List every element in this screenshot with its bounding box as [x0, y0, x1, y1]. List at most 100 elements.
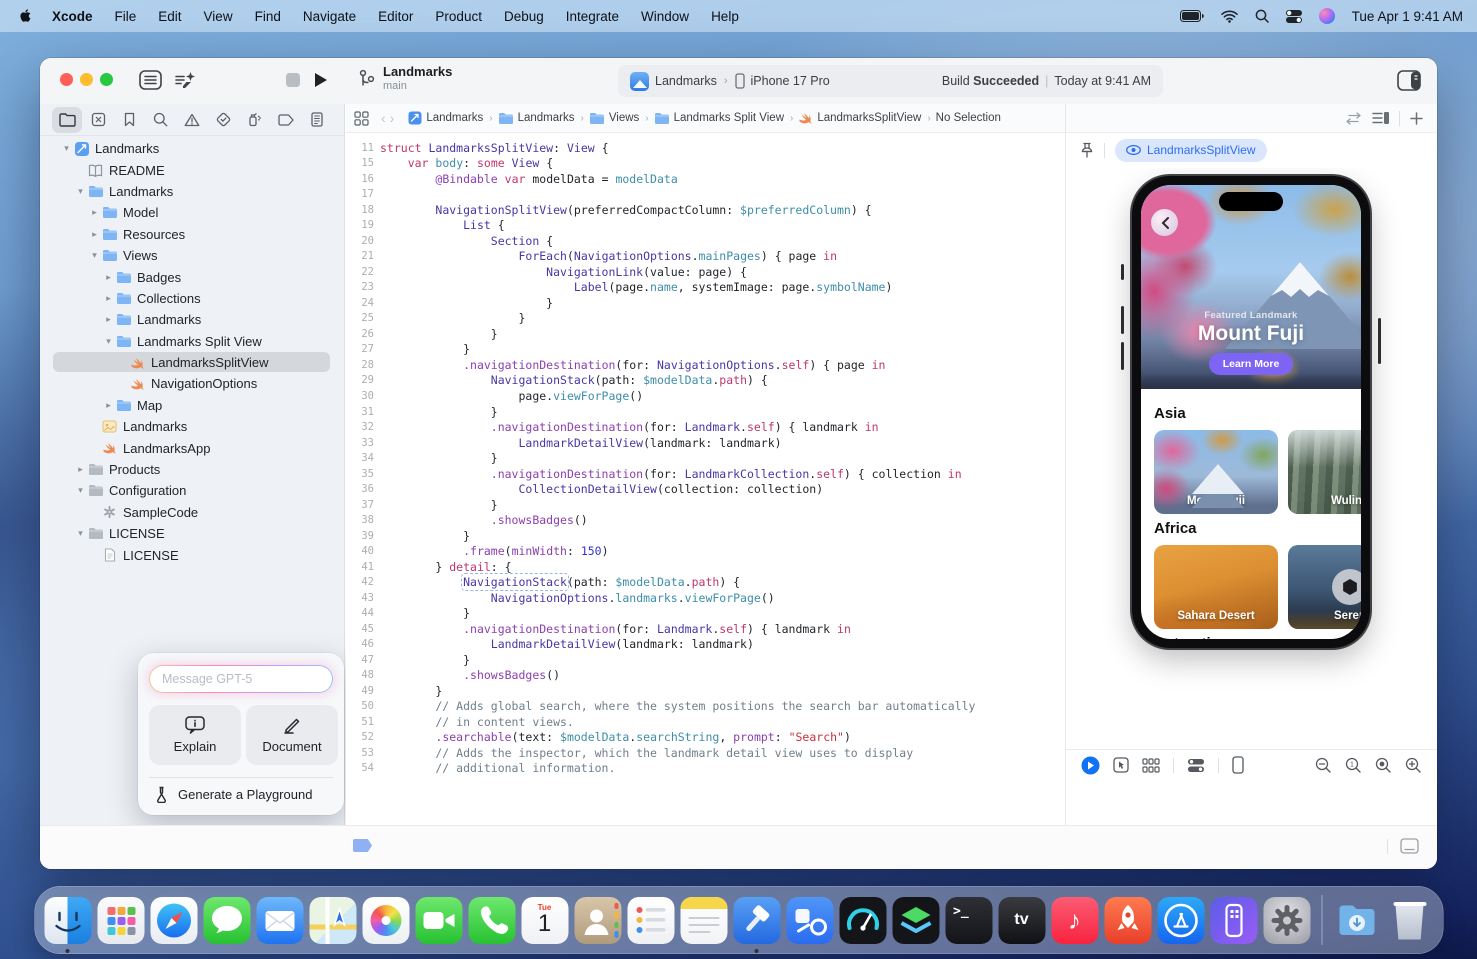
- code-line-54[interactable]: 54 // additional information.: [346, 761, 1065, 777]
- apple-logo-icon[interactable]: [18, 8, 33, 23]
- disclosure-open-icon[interactable]: ▾: [102, 336, 115, 347]
- line-number[interactable]: 20: [346, 235, 380, 247]
- disclosure-closed-icon[interactable]: ▸: [102, 272, 115, 283]
- dock-icon-reminders[interactable]: [627, 897, 674, 944]
- breadcrumb-segment[interactable]: Views›: [589, 112, 649, 125]
- code-line-41[interactable]: 41 } detail: {: [346, 559, 1065, 575]
- preview-target-pill[interactable]: LandmarksSplitView: [1115, 139, 1267, 162]
- file-tree-item-configuration[interactable]: ▾Configuration: [40, 480, 344, 501]
- dock-icon-launchpad[interactable]: [97, 897, 144, 944]
- line-number[interactable]: 54: [346, 762, 380, 774]
- document-button[interactable]: Document: [246, 705, 338, 765]
- line-number[interactable]: 38: [346, 514, 380, 526]
- breadcrumb-segment[interactable]: Landmarks Split View›: [654, 112, 794, 125]
- disclosure-closed-icon[interactable]: ▸: [88, 229, 101, 240]
- device-settings-icon[interactable]: [1187, 758, 1205, 773]
- build-status[interactable]: Build Succeeded|Today at 9:41 AM: [942, 74, 1151, 88]
- line-number[interactable]: 34: [346, 452, 380, 464]
- dock-icon-phone[interactable]: [468, 897, 515, 944]
- line-number[interactable]: 21: [346, 250, 380, 262]
- run-button[interactable]: [312, 71, 329, 89]
- line-number[interactable]: 44: [346, 607, 380, 619]
- line-number[interactable]: 51: [346, 716, 380, 728]
- file-tree-item-landmarks[interactable]: ▸Landmarks: [40, 309, 344, 330]
- line-number[interactable]: 29: [346, 374, 380, 386]
- code-line-36[interactable]: 36 CollectionDetailView(collection: coll…: [346, 481, 1065, 497]
- control-center-icon[interactable]: [1286, 10, 1302, 23]
- breadcrumb-segment[interactable]: Landmarks›: [408, 111, 492, 125]
- line-number[interactable]: 35: [346, 468, 380, 480]
- code-line-51[interactable]: 51 // in content views.: [346, 714, 1065, 730]
- code-line-16[interactable]: 16 @Bindable var modelData = modelData: [346, 171, 1065, 187]
- disclosure-closed-icon[interactable]: ▸: [102, 314, 115, 325]
- siri-icon[interactable]: [1319, 8, 1335, 24]
- line-number[interactable]: 24: [346, 297, 380, 309]
- line-number[interactable]: 36: [346, 483, 380, 495]
- disclosure-closed-icon[interactable]: ▸: [102, 400, 115, 411]
- code-line-48[interactable]: 48 .showsBadges(): [346, 668, 1065, 684]
- sidebar-toggle-icon[interactable]: [138, 68, 163, 92]
- code-line-43[interactable]: 43 NavigationOptions.landmarks.viewForPa…: [346, 590, 1065, 606]
- code-line-29[interactable]: 29 NavigationStack(path: $modelData.path…: [346, 373, 1065, 389]
- code-line-27[interactable]: 27 }: [346, 342, 1065, 358]
- file-tree-item-license[interactable]: ▾LICENSE: [40, 523, 344, 544]
- line-number[interactable]: 32: [346, 421, 380, 433]
- line-number[interactable]: 48: [346, 669, 380, 681]
- code-marker-tag[interactable]: [353, 839, 372, 852]
- code-line-24[interactable]: 24 }: [346, 295, 1065, 311]
- code-line-20[interactable]: 20 Section {: [346, 233, 1065, 249]
- line-number[interactable]: 49: [346, 685, 380, 697]
- disclosure-closed-icon[interactable]: ▸: [88, 207, 101, 218]
- dock-icon-freeform[interactable]: [786, 897, 833, 944]
- swap-editors-icon[interactable]: [1345, 112, 1362, 125]
- disclosure-open-icon[interactable]: ▾: [88, 250, 101, 261]
- add-editor-icon[interactable]: [1410, 112, 1423, 125]
- line-number[interactable]: 27: [346, 343, 380, 355]
- navigator-tab-debug-memory-icon[interactable]: [240, 107, 270, 133]
- code-line-15[interactable]: 15 var body: some View {: [346, 156, 1065, 172]
- search-icon[interactable]: [1255, 9, 1269, 23]
- scheme-app-name[interactable]: Landmarks: [655, 74, 717, 88]
- dock-icon-xcode[interactable]: [733, 897, 780, 944]
- code-line-22[interactable]: 22 NavigationLink(value: page) {: [346, 264, 1065, 280]
- code-line-49[interactable]: 49 }: [346, 683, 1065, 699]
- navigator-tab-issues-icon[interactable]: [177, 107, 207, 133]
- landmark-card-sahara[interactable]: Sahara Desert: [1154, 545, 1278, 629]
- line-number[interactable]: 23: [346, 281, 380, 293]
- code-line-25[interactable]: 25 }: [346, 311, 1065, 327]
- zoom-actual-size-icon[interactable]: 1: [1345, 757, 1362, 774]
- landmark-card-wuling[interactable]: Wuling: [1288, 430, 1361, 514]
- scheme-selector[interactable]: Landmarks › iPhone 17 Pro Build Succeede…: [618, 65, 1163, 97]
- dock-icon-trash[interactable]: [1386, 897, 1433, 944]
- forward-icon[interactable]: ›: [390, 110, 395, 126]
- menu-item-view[interactable]: View: [193, 9, 244, 24]
- code-line-19[interactable]: 19 List {: [346, 218, 1065, 234]
- line-number[interactable]: 25: [346, 312, 380, 324]
- line-number[interactable]: 31: [346, 406, 380, 418]
- breadcrumb-segment[interactable]: Landmarks›: [498, 112, 584, 125]
- file-tree-item-products[interactable]: ▸Products: [40, 459, 344, 480]
- menu-clock[interactable]: Tue Apr 1 9:41 AM: [1352, 9, 1463, 24]
- scheme-device-name[interactable]: iPhone 17 Pro: [751, 74, 830, 88]
- menu-item-xcode[interactable]: Xcode: [41, 9, 104, 24]
- disclosure-open-icon[interactable]: ▾: [60, 143, 73, 154]
- menu-item-editor[interactable]: Editor: [367, 9, 424, 24]
- line-number[interactable]: 19: [346, 219, 380, 231]
- code-line-50[interactable]: 50 // Adds global search, where the syst…: [346, 699, 1065, 715]
- navigator-tab-bookmarks-icon[interactable]: [115, 107, 145, 133]
- dock-icon-calendar[interactable]: Tue1: [521, 897, 568, 944]
- file-tree-item-landmarkssplitview[interactable]: LandmarksSplitView: [40, 352, 344, 373]
- related-items-icon[interactable]: [354, 111, 369, 126]
- code-line-23[interactable]: 23 Label(page.name, systemImage: page.sy…: [346, 280, 1065, 296]
- battery-icon[interactable]: [1180, 10, 1204, 22]
- line-number[interactable]: 47: [346, 654, 380, 666]
- dock-icon-layers[interactable]: [892, 897, 939, 944]
- line-number[interactable]: 52: [346, 731, 380, 743]
- file-tree-item-landmarks[interactable]: ▾Landmarks: [40, 138, 344, 159]
- project-name[interactable]: Landmarks: [383, 64, 452, 80]
- code-line-39[interactable]: 39 }: [346, 528, 1065, 544]
- landmark-card-fuji[interactable]: Mount Fuji: [1154, 430, 1278, 514]
- line-number[interactable]: 41: [346, 561, 380, 573]
- gpt-message-input[interactable]: [149, 665, 333, 693]
- line-number[interactable]: 50: [346, 700, 380, 712]
